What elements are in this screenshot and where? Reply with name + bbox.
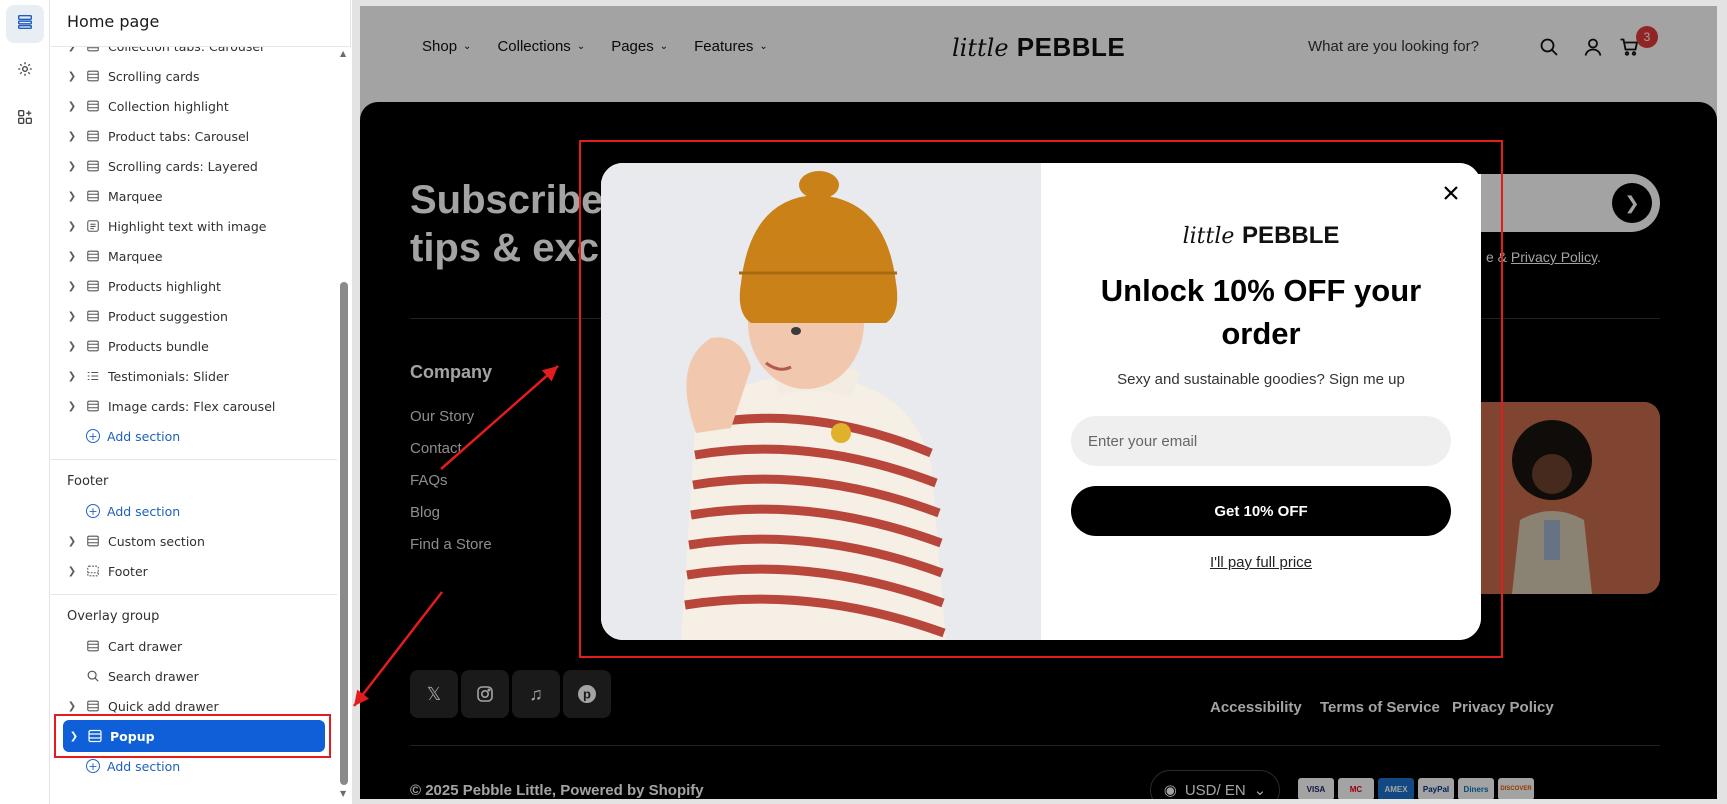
- add-section-button[interactable]: + Add section: [51, 423, 337, 449]
- list-section-icon: [85, 368, 101, 384]
- overlay-group-title: Overlay group: [67, 609, 160, 624]
- modal-backdrop[interactable]: [360, 163, 601, 640]
- section-icon: [85, 533, 101, 549]
- tree-item-label: Product tabs: Carousel: [108, 128, 250, 144]
- divider: [51, 594, 337, 595]
- chevron-right-icon[interactable]: ❯: [67, 401, 77, 412]
- tree-item-label: Search drawer: [108, 668, 199, 684]
- tree-item[interactable]: ❯ Scrolling cards: [51, 63, 337, 89]
- divider: [51, 459, 337, 460]
- section-icon: [85, 338, 101, 354]
- chevron-right-icon[interactable]: ❯: [67, 566, 77, 577]
- annotation-popup-highlight: [579, 140, 1503, 658]
- tree-item[interactable]: ❯ Products highlight: [51, 273, 337, 299]
- chevron-right-icon[interactable]: ❯: [67, 311, 77, 322]
- add-section-label: Add section: [107, 758, 181, 774]
- footer-group-title: Footer: [67, 474, 109, 489]
- chevron-right-icon[interactable]: ❯: [67, 191, 77, 202]
- tree-item-label: Collection highlight: [108, 98, 229, 114]
- sections-tree: ❯Collection tabs: Carousel ❯Scrolling ca…: [51, 0, 337, 804]
- text-section-icon: [85, 218, 101, 234]
- tree-item-label: Image cards: Flex carousel: [108, 398, 276, 414]
- chevron-right-icon[interactable]: ❯: [67, 221, 77, 232]
- section-icon: [85, 158, 101, 174]
- tree-item-label: Products highlight: [108, 278, 221, 294]
- chevron-right-icon[interactable]: ❯: [67, 71, 77, 82]
- left-rail: [0, 0, 50, 804]
- tree-item[interactable]: ❯ Product suggestion: [51, 303, 337, 329]
- theme-editor: ❯Collection tabs: Carousel ❯Scrolling ca…: [0, 0, 1727, 804]
- tree-item-label: Marquee: [108, 188, 163, 204]
- chevron-right-icon[interactable]: ❯: [67, 701, 77, 712]
- section-icon: [85, 188, 101, 204]
- page-title: Home page: [67, 12, 160, 31]
- chevron-right-icon[interactable]: ❯: [67, 101, 77, 112]
- tree-item-label: Scrolling cards: Layered: [108, 158, 258, 174]
- modal-backdrop[interactable]: [360, 640, 1717, 799]
- tree-item-label: Highlight text with image: [108, 218, 267, 234]
- settings-rail-button[interactable]: [6, 52, 44, 90]
- plus-circle-icon: +: [86, 504, 100, 518]
- scroll-up-arrow-icon[interactable]: ▲: [340, 49, 346, 58]
- plus-circle-icon: +: [86, 759, 100, 773]
- tree-item[interactable]: ❯ Footer: [51, 558, 337, 584]
- plus-circle-icon: +: [86, 429, 100, 443]
- chevron-right-icon[interactable]: ❯: [67, 341, 77, 352]
- sections-icon: [16, 13, 34, 35]
- chevron-right-icon[interactable]: ❯: [67, 536, 77, 547]
- tree-item[interactable]: ❯ Marquee: [51, 243, 337, 269]
- tree-item[interactable]: ❯ Custom section: [51, 528, 337, 554]
- tree-item-label: Cart drawer: [108, 638, 183, 654]
- tree-item-label: Scrolling cards: [108, 68, 200, 84]
- tree-item[interactable]: ❯ Product tabs: Carousel: [51, 123, 337, 149]
- footer-section-icon: [85, 563, 101, 579]
- chevron-right-icon[interactable]: ❯: [67, 281, 77, 292]
- tree-item[interactable]: ❯ Collection highlight: [51, 93, 337, 119]
- chevron-right-icon[interactable]: ❯: [67, 371, 77, 382]
- tree-item-label: Footer: [108, 563, 148, 579]
- tree-item[interactable]: ❯ Scrolling cards: Layered: [51, 153, 337, 179]
- scrollbar-thumb[interactable]: [340, 282, 348, 785]
- tree-item[interactable]: ❯ Highlight text with image: [51, 213, 337, 239]
- tree-item-label: Product suggestion: [108, 308, 228, 324]
- gear-icon: [16, 60, 34, 82]
- sections-rail-button[interactable]: [6, 5, 44, 43]
- tree-item-label: Testimonials: Slider: [108, 368, 229, 384]
- tree-item[interactable]: ❯ Testimonials: Slider: [51, 363, 337, 389]
- section-icon: [85, 128, 101, 144]
- section-icon: [85, 248, 101, 264]
- modal-backdrop[interactable]: [1481, 163, 1717, 640]
- sidebar-header: Home page: [51, 0, 350, 47]
- tree-item[interactable]: Search drawer: [51, 663, 337, 689]
- add-section-label: Add section: [107, 503, 181, 519]
- tree-item-label: Products bundle: [108, 338, 209, 354]
- tree-item[interactable]: ❯ Marquee: [51, 183, 337, 209]
- tree-item-label: Quick add drawer: [108, 698, 219, 714]
- tree-item-label: Custom section: [108, 533, 205, 549]
- section-icon: [85, 308, 101, 324]
- section-icon: [85, 68, 101, 84]
- apps-icon: [16, 108, 34, 130]
- tree-item-label: Marquee: [108, 248, 163, 264]
- sidebar-scrollbar[interactable]: ▲ ▼: [337, 47, 351, 804]
- sections-sidebar: ❯Collection tabs: Carousel ❯Scrolling ca…: [51, 0, 351, 804]
- tree-item[interactable]: ❯ Products bundle: [51, 333, 337, 359]
- scroll-down-arrow-icon[interactable]: ▼: [340, 789, 346, 798]
- section-icon: [85, 398, 101, 414]
- search-icon: [85, 668, 101, 684]
- section-icon: [85, 638, 101, 654]
- annotation-selected-highlight: [54, 714, 331, 758]
- chevron-right-icon[interactable]: ❯: [67, 161, 77, 172]
- tree-item[interactable]: Cart drawer: [51, 633, 337, 659]
- chevron-right-icon[interactable]: ❯: [67, 131, 77, 142]
- chevron-right-icon[interactable]: ❯: [67, 251, 77, 262]
- section-icon: [85, 98, 101, 114]
- section-icon: [85, 278, 101, 294]
- tree-item[interactable]: ❯ Image cards: Flex carousel: [51, 393, 337, 419]
- add-section-button[interactable]: + Add section: [51, 498, 337, 524]
- apps-rail-button[interactable]: [6, 100, 44, 138]
- section-icon: [85, 698, 101, 714]
- add-section-label: Add section: [107, 428, 181, 444]
